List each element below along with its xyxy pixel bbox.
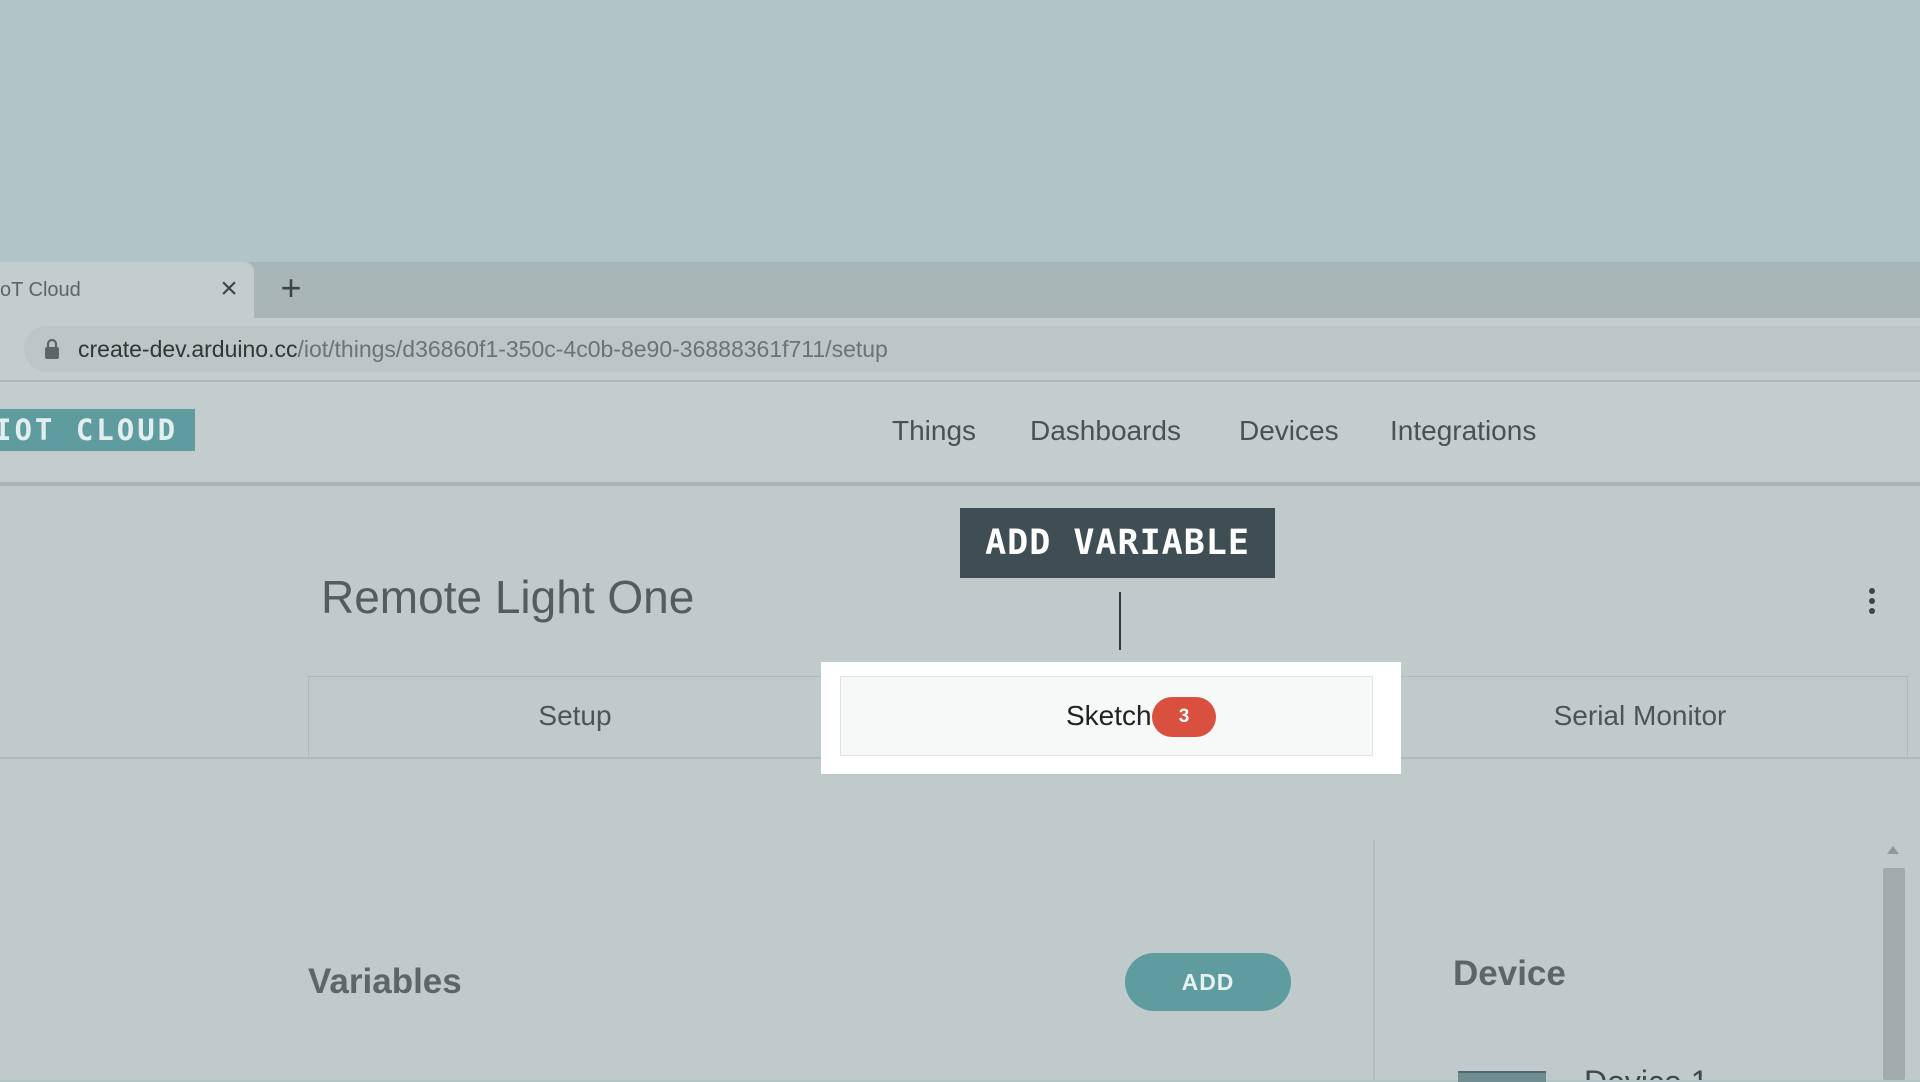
nav-dashboards[interactable]: Dashboards: [1030, 410, 1181, 452]
tab-serial-monitor[interactable]: Serial Monitor: [1374, 676, 1906, 756]
url-text[interactable]: create-dev.arduino.cc/iot/things/d36860f…: [78, 336, 888, 362]
tooltip-pointer-line: [1119, 592, 1121, 650]
variables-title: Variables: [308, 962, 462, 1001]
more-options-icon[interactable]: [1868, 588, 1876, 618]
close-icon[interactable]: ×: [216, 274, 242, 304]
browser-tab-title: oT Cloud: [0, 279, 81, 301]
nav-integrations[interactable]: Integrations: [1390, 410, 1536, 452]
device-title: Device: [1453, 954, 1566, 993]
thing-title: Remote Light One: [321, 571, 695, 623]
column-divider: [1373, 840, 1375, 1080]
scroll-up-icon[interactable]: [1887, 846, 1899, 854]
sketch-badge: 3: [1152, 697, 1216, 737]
device-name[interactable]: Device 1: [1584, 1064, 1709, 1080]
url-host: create-dev.arduino.cc: [78, 336, 298, 362]
new-tab-icon[interactable]: +: [278, 270, 304, 306]
add-variable-button[interactable]: ADD: [1125, 953, 1291, 1011]
url-path: /iot/things/d36860f1-350c-4c0b-8e90-3688…: [297, 336, 888, 362]
lock-icon[interactable]: [44, 337, 60, 361]
tab-sketch-label[interactable]: Sketch: [1066, 698, 1152, 734]
nav-devices[interactable]: Devices: [1239, 410, 1339, 452]
device-board-icon: [1458, 1071, 1546, 1082]
nav-things[interactable]: Things: [892, 410, 976, 452]
iot-cloud-logo[interactable]: IOT CLOUD: [0, 409, 195, 451]
scrollbar-thumb[interactable]: [1883, 868, 1905, 1080]
tab-setup[interactable]: Setup: [309, 676, 841, 756]
tooltip-add-variable: ADD VARIABLE: [960, 508, 1275, 578]
